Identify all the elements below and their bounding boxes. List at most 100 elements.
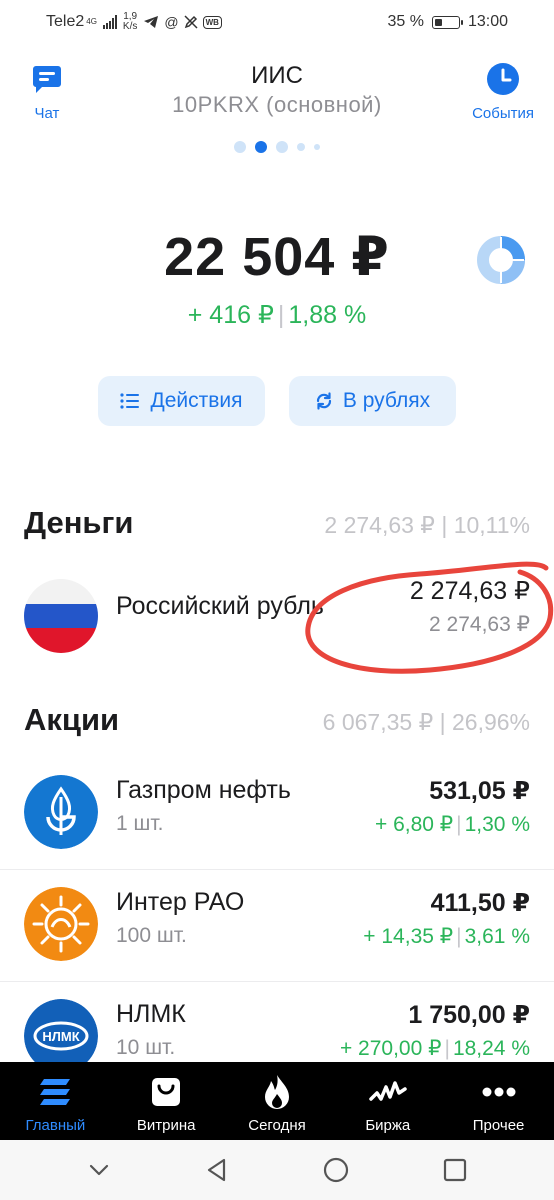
stock-qty: 100 шт. (116, 924, 187, 947)
stock-row-interrao[interactable]: Интер РАО 100 шт. 411,50 ₽ + 14,35 ₽ | 3,6… (0, 870, 554, 982)
clock-icon (487, 63, 520, 95)
pager-dot[interactable] (314, 144, 320, 150)
allocation-donut-icon[interactable] (476, 235, 526, 285)
stock-row-gazpromneft[interactable]: Газпром нефть 1 шт. 531,05 ₽ + 6,80 ₽ | 1,… (0, 758, 554, 870)
telegram-icon (144, 16, 159, 28)
red-circle-annotation (305, 561, 554, 674)
stock-change-abs: + 6,80 ₽ (374, 813, 454, 836)
pager-dot[interactable] (234, 141, 246, 153)
russia-flag-icon (24, 579, 98, 653)
portfolio-change-pct: 1,88 % (288, 301, 367, 329)
carrier-name: Tele2 (46, 13, 85, 30)
bottom-navigation: Главный Витрина Сегодня Биржа Прочее (0, 1062, 554, 1140)
chevron-down-icon[interactable] (85, 1156, 113, 1184)
pager-dot-active[interactable] (255, 141, 267, 153)
stocks-section-header[interactable]: Акции 6 067,35 ₽ | 26,96% (24, 702, 530, 738)
separator: | (456, 925, 462, 948)
recents-square-icon[interactable] (441, 1156, 469, 1184)
interrao-logo-icon (24, 887, 98, 961)
account-pager[interactable] (0, 141, 554, 153)
nav-label: Прочее (472, 1117, 525, 1134)
flame-icon (264, 1075, 289, 1109)
stock-qty: 10 шт. (116, 1036, 176, 1059)
stock-change-pct: 3,61 % (464, 925, 530, 948)
stock-value: 531,05 ₽ (429, 777, 530, 805)
account-type: ИИС (251, 62, 303, 89)
stock-change-abs: + 14,35 ₽ (363, 925, 454, 948)
notification-icons: @ WB (143, 14, 222, 30)
stock-value: 411,50 ₽ (430, 889, 530, 917)
separator: | (444, 1037, 450, 1060)
status-bar: Tele2 4G 1,9 K/s @ WB 35 % 13:00 (0, 0, 554, 44)
stock-value: 1 750,00 ₽ (408, 1001, 530, 1029)
stock-change: + 14,35 ₽ | 3,61 % (363, 924, 530, 949)
account-switcher[interactable]: ИИС 10PKRX (основной) (0, 62, 554, 118)
speed-unit: K/s (122, 21, 138, 32)
nav-label: Биржа (365, 1117, 411, 1134)
network-type: 4G (86, 17, 97, 26)
clock: 13:00 (467, 13, 508, 30)
currency-toggle-button[interactable]: В рублях (289, 376, 456, 426)
portfolio-change: + 416 ₽ | 1,88 % (0, 300, 554, 330)
events-button[interactable]: События (472, 62, 534, 122)
money-section-title: Деньги (24, 505, 134, 540)
nav-item-showcase[interactable]: Витрина (111, 1062, 222, 1140)
gazpromneft-logo-icon (24, 775, 98, 849)
nav-item-home[interactable]: Главный (0, 1062, 111, 1140)
stock-name: Интер РАО (116, 888, 245, 916)
battery-percent: 35 % (387, 13, 424, 30)
stock-name: Газпром нефть (116, 776, 291, 804)
money-name: Российский рубль (116, 592, 324, 620)
stock-name: НЛМК (116, 1000, 186, 1028)
stock-change-pct: 1,30 % (464, 813, 530, 836)
status-left: Tele2 4G 1,9 K/s @ WB (46, 12, 222, 32)
nav-item-more[interactable]: Прочее (443, 1062, 554, 1140)
nav-label: Сегодня (248, 1117, 306, 1134)
separator: | (456, 813, 462, 836)
nav-item-exchange[interactable]: Биржа (332, 1062, 443, 1140)
pager-dot[interactable] (297, 143, 305, 151)
battery-level (434, 18, 442, 26)
shopping-bag-icon (152, 1078, 181, 1106)
at-icon: @ (164, 14, 179, 30)
currency-label: В рублях (342, 389, 431, 412)
network-speed: 1,9 K/s (123, 12, 137, 32)
account-id: 10PKRX (основной) (172, 92, 382, 117)
nav-label: Витрина (136, 1117, 196, 1134)
wb-badge: WB (202, 15, 222, 29)
pulse-chart-icon (369, 1081, 407, 1101)
pen-icon (184, 15, 198, 29)
list-icon (120, 393, 140, 409)
stock-change-abs: + 270,00 ₽ (339, 1037, 442, 1060)
nlmk-logo-text: НЛМК (42, 1029, 79, 1044)
account-header: Чат ИИС 10PKRX (основной) События (0, 56, 554, 156)
nav-item-today[interactable]: Сегодня (222, 1062, 333, 1140)
stock-qty: 1 шт. (116, 812, 164, 835)
money-section-header[interactable]: Деньги 2 274,63 ₽ | 10,11% (24, 505, 530, 541)
events-label: События (472, 105, 534, 122)
refresh-icon (316, 392, 331, 410)
stocks-section-title: Акции (24, 702, 120, 737)
actions-button[interactable]: Действия (98, 376, 265, 426)
stock-change: + 6,80 ₽ | 1,30 % (375, 812, 530, 837)
battery-icon (431, 15, 463, 29)
nav-label: Главный (25, 1117, 86, 1134)
system-navigation-bar (0, 1140, 554, 1200)
action-buttons: Действия В рублях (0, 376, 554, 426)
portfolio-change-abs: + 416 ₽ (187, 301, 274, 329)
back-icon[interactable] (204, 1156, 232, 1184)
actions-label: Действия (150, 389, 243, 412)
separator: | (277, 301, 285, 329)
signal-icon (102, 15, 117, 29)
status-right: 35 % 13:00 (387, 13, 508, 31)
home-circle-icon[interactable] (322, 1156, 350, 1184)
pager-dot[interactable] (276, 141, 288, 153)
money-section-summary: 2 274,63 ₽ | 10,11% (324, 512, 530, 538)
portfolio-summary: 22 504 ₽ + 416 ₽ | 1,88 % (0, 225, 554, 330)
more-dots-icon (482, 1087, 516, 1097)
stocks-section-summary: 6 067,35 ₽ | 26,96% (322, 709, 530, 735)
stock-change-pct: 18,24 % (452, 1037, 530, 1060)
portfolio-total: 22 504 ₽ (164, 227, 390, 287)
home-stack-icon (40, 1079, 71, 1105)
stock-change: + 270,00 ₽ | 18,24 % (340, 1036, 530, 1061)
